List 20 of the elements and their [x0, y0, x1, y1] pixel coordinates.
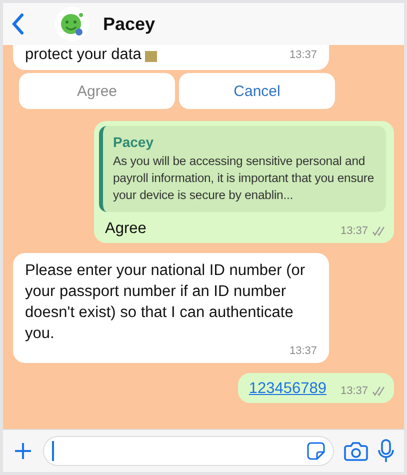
message-text: Please enter your national ID number (or your passport number if an ID number doesn't exist) so that I can authenticate you. [25, 262, 306, 342]
quick-reply-button[interactable]: Cancel [179, 73, 335, 109]
quote-author: Pacey [113, 134, 154, 150]
camera-icon[interactable] [344, 441, 368, 461]
message-time: 13:37 [289, 48, 317, 62]
message-time: 13:37 [340, 224, 368, 238]
message-text: Agree [105, 220, 146, 238]
quote-text: As you will be accessing sensitive personal and payroll information, it is important that you ensure your device is secure by enablin... [113, 153, 376, 204]
message-time: 13:37 [289, 344, 317, 358]
message-text: protect your data [25, 45, 142, 65]
chat-title: Pacey [103, 14, 156, 34]
message-input-field[interactable] [43, 436, 334, 466]
quoted-message[interactable]: Pacey As you will be accessing sensitive personal and payroll information, it is important that you ensure your device is secure by enablin... [99, 126, 386, 212]
message-time: 13:37 [340, 384, 368, 398]
sticker-icon[interactable] [307, 442, 325, 460]
back-icon[interactable] [11, 13, 25, 35]
message-link[interactable]: 123456789 [248, 380, 326, 398]
add-icon[interactable] [13, 441, 33, 461]
microphone-icon[interactable] [378, 439, 394, 463]
bot-avatar-icon[interactable] [55, 7, 89, 41]
